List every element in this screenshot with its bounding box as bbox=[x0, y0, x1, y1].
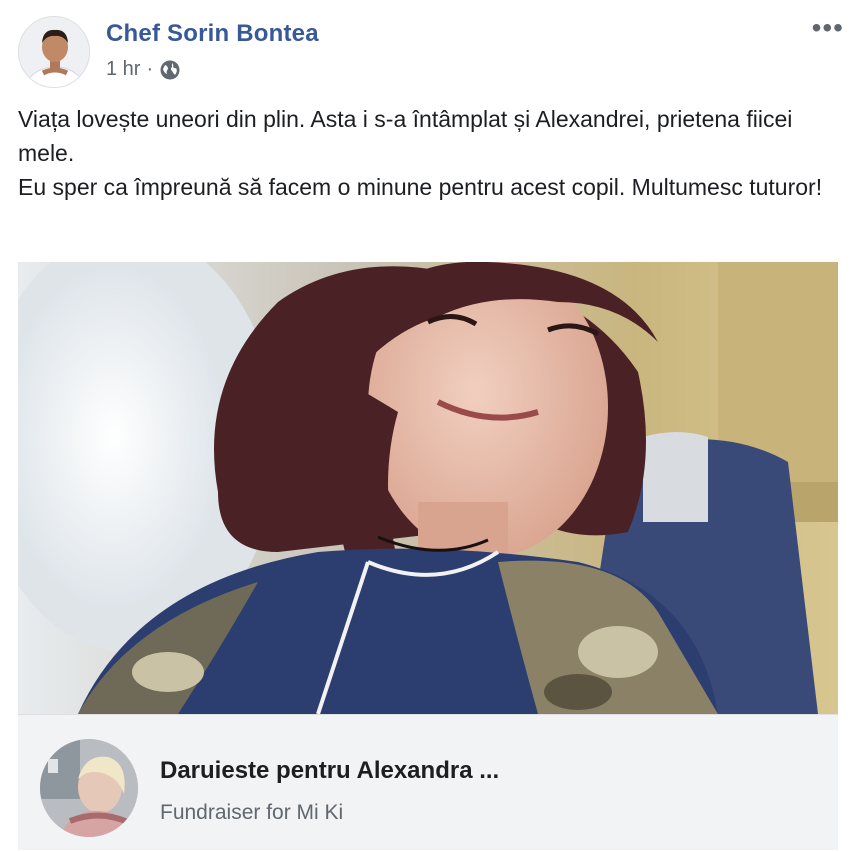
more-options-button[interactable]: ••• bbox=[812, 14, 844, 42]
meta-separator: · bbox=[146, 58, 154, 80]
fundraiser-card[interactable]: Daruieste pentru Alexandra ... Fundraise… bbox=[18, 714, 838, 850]
post-photo[interactable] bbox=[18, 262, 838, 714]
author-name[interactable]: Chef Sorin Bontea bbox=[106, 20, 319, 48]
fundraiser-subtitle: Fundraiser for Mi Ki bbox=[160, 801, 344, 824]
author-avatar[interactable] bbox=[18, 16, 90, 88]
fundraiser-title[interactable]: Daruieste pentru Alexandra ... bbox=[160, 757, 499, 785]
post-text: Viața lovește uneori din plin. Asta i s-… bbox=[18, 102, 838, 204]
post-text-line: Viața lovește uneori din plin. Asta i s-… bbox=[18, 106, 793, 166]
post-timestamp[interactable]: 1 hr bbox=[106, 58, 140, 81]
globe-icon[interactable] bbox=[159, 59, 181, 81]
fundraiser-avatar[interactable] bbox=[40, 739, 138, 837]
post-text-line: Eu sper ca împreună să facem o minune pe… bbox=[18, 174, 823, 200]
post-meta: 1 hr · bbox=[106, 58, 181, 81]
facebook-post: Chef Sorin Bontea 1 hr · ••• Viața loveș… bbox=[0, 0, 860, 852]
